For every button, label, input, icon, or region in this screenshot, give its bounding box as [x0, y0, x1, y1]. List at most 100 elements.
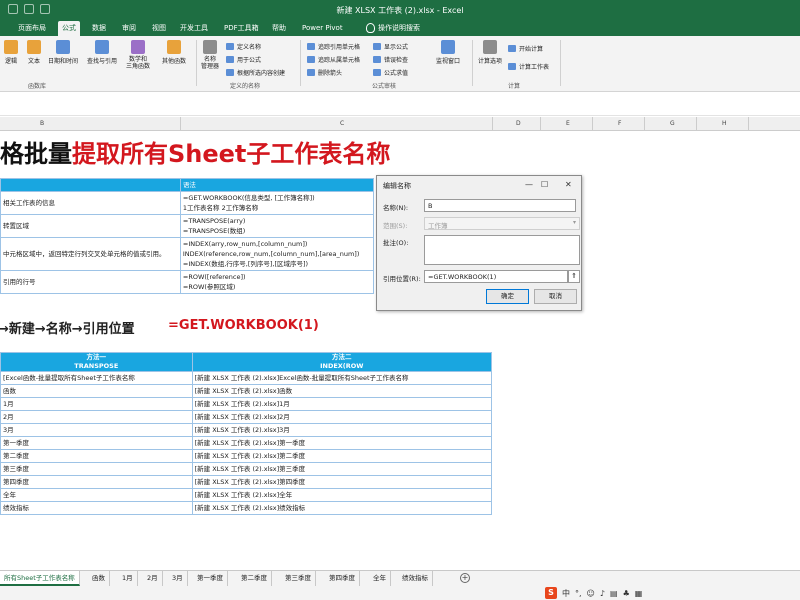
skin-icon[interactable]: ♣ [623, 589, 630, 598]
sheet-tab[interactable]: 3月 [168, 571, 188, 586]
maximize-icon[interactable]: ☐ [541, 180, 548, 189]
tab-power-pivot[interactable]: Power Pivot [298, 21, 347, 36]
create-from-selection-button[interactable]: 根据所选内容创建 [226, 68, 285, 77]
range-collapse-icon[interactable]: ⇑ [568, 270, 580, 283]
table-cell[interactable]: =GET.WORKBOOK(信息类型, [工作簿名称]) 1工作表名称 2工作簿名… [179, 191, 375, 215]
chinese-mode-icon[interactable]: 中 [562, 588, 570, 599]
table-cell[interactable]: =INDEX(arry,row_num,[column_num]) INDEX(r… [179, 237, 375, 271]
sheet-tab[interactable]: 1月 [118, 571, 138, 586]
close-icon[interactable]: ✕ [565, 180, 572, 189]
tab-formulas[interactable]: 公式 [58, 21, 80, 36]
sheet-tab[interactable]: 绩效指标 [398, 571, 433, 586]
sheet-tab[interactable]: 第一季度 [193, 571, 228, 586]
table-cell[interactable]: [新建 XLSX 工作表 (2).xlsx]绩效指标 [191, 501, 493, 515]
table-cell[interactable]: 绩效指标 [0, 501, 193, 515]
more-functions-button[interactable]: 其他函数 [162, 40, 186, 65]
logic-button[interactable]: 逻辑 [4, 40, 18, 65]
sheet-tab[interactable]: 全年 [369, 571, 391, 586]
math-trig-button[interactable]: 数学和 三角函数 [126, 40, 150, 70]
table-cell[interactable]: [新建 XLSX 工作表 (2).xlsx]函数 [191, 384, 493, 398]
cancel-button[interactable]: 取消 [534, 289, 577, 304]
column-header[interactable]: D [516, 120, 521, 127]
table-cell[interactable]: 2月 [0, 410, 193, 424]
table-cell[interactable]: [新建 XLSX 工作表 (2).xlsx]3月 [191, 423, 493, 437]
sheet-tab[interactable]: 第二季度 [237, 571, 272, 586]
table-cell[interactable]: [新建 XLSX 工作表 (2).xlsx]Excel函数-批量提取所有Shee… [191, 371, 493, 385]
trace-dependents-button[interactable]: 追踪从属单元格 [307, 55, 360, 64]
column-header[interactable]: H [722, 120, 727, 127]
toolbox-icon[interactable]: ▦ [635, 589, 643, 598]
trace-precedents-button[interactable]: 追踪引用单元格 [307, 42, 360, 51]
column-header[interactable]: G [670, 120, 675, 127]
microphone-icon[interactable]: ♪ [600, 589, 605, 598]
sheet-tab[interactable]: 2月 [143, 571, 163, 586]
table-cell[interactable]: 第四季度 [0, 475, 193, 489]
name-input[interactable]: B [424, 199, 576, 212]
tab-pdf-tools[interactable]: PDF工具箱 [220, 21, 263, 36]
tab-help[interactable]: 帮助 [268, 21, 290, 36]
table-cell[interactable]: 函数 [0, 384, 193, 398]
evaluate-formula-button[interactable]: 公式求值 [373, 68, 408, 77]
define-name-button[interactable]: 定义名称 [226, 42, 261, 51]
sheet-tab[interactable]: 第三季度 [281, 571, 316, 586]
table-cell[interactable]: 第三季度 [0, 462, 193, 476]
calc-now-button[interactable]: 开始计算 [508, 44, 543, 53]
column-header[interactable]: B [40, 120, 44, 127]
comment-textarea[interactable] [424, 235, 580, 265]
table-cell[interactable]: [新建 XLSX 工作表 (2).xlsx]第四季度 [191, 475, 493, 489]
table-cell[interactable]: [Excel函数-批量提取所有Sheet子工作表名称 [0, 371, 193, 385]
table-cell[interactable]: [新建 XLSX 工作表 (2).xlsx]第一季度 [191, 436, 493, 450]
tell-me-search[interactable]: 操作说明搜索 [374, 21, 424, 36]
tab-developer[interactable]: 开发工具 [176, 21, 212, 36]
text-button[interactable]: 文本 [27, 40, 41, 65]
table-cell[interactable]: [新建 XLSX 工作表 (2).xlsx]2月 [191, 410, 493, 424]
table-cell[interactable]: 相关工作表的信息 [0, 191, 181, 215]
name-manager-button[interactable]: 名称 管理器 [201, 40, 219, 70]
use-in-formula-button[interactable]: 用于公式 [226, 55, 261, 64]
table-cell[interactable]: [新建 XLSX 工作表 (2).xlsx]第三季度 [191, 462, 493, 476]
emoji-icon[interactable]: ☺ [587, 589, 595, 598]
table-cell[interactable]: [新建 XLSX 工作表 (2).xlsx]第二季度 [191, 449, 493, 463]
scope-select[interactable]: 工作簿 ▾ [424, 217, 580, 230]
lookup-button[interactable]: 查找与引用 [87, 40, 117, 65]
table-cell[interactable]: 引用的行号 [0, 270, 181, 294]
tab-data[interactable]: 数据 [88, 21, 110, 36]
tab-page-layout[interactable]: 页面布局 [14, 21, 50, 36]
sheet-tab[interactable]: 函数 [88, 571, 110, 586]
minimize-icon[interactable]: — [525, 180, 533, 189]
table-cell[interactable]: 第一季度 [0, 436, 193, 450]
table-header-cell[interactable]: 方法二 INDEX(ROW [191, 352, 493, 372]
table-cell[interactable]: [新建 XLSX 工作表 (2).xlsx]全年 [191, 488, 493, 502]
table-cell[interactable]: 中元格区域中，返回特定行列交叉处单元格的值或引用。 [0, 237, 181, 271]
keyboard-icon[interactable]: ▤ [610, 589, 618, 598]
refers-to-input[interactable]: =GET.WORKBOOK(1) [424, 270, 568, 283]
ok-button[interactable]: 确定 [486, 289, 529, 304]
calc-sheet-button[interactable]: 计算工作表 [508, 62, 549, 71]
column-header[interactable]: E [566, 120, 570, 127]
table-cell[interactable]: [新建 XLSX 工作表 (2).xlsx]1月 [191, 397, 493, 411]
table-cell[interactable]: 第二季度 [0, 449, 193, 463]
table-cell[interactable]: =ROW([reference]) =ROW(参照区域) [179, 270, 375, 294]
column-header[interactable]: F [618, 120, 621, 127]
error-check-button[interactable]: 错误检查 [373, 55, 408, 64]
datetime-button[interactable]: 日期和时间 [48, 40, 78, 65]
table-header-cell[interactable] [0, 178, 181, 192]
sheet-tab[interactable]: 第四季度 [325, 571, 360, 586]
remove-arrows-button[interactable]: 删除箭头 [307, 68, 342, 77]
show-formulas-button[interactable]: 显示公式 [373, 42, 408, 51]
sogou-ime-icon[interactable]: S [545, 587, 557, 599]
column-header[interactable]: C [340, 120, 344, 127]
table-header-cell[interactable]: 语法 [179, 178, 375, 192]
table-cell[interactable]: 3月 [0, 423, 193, 437]
table-header-cell[interactable]: 方法一 TRANSPOSE [0, 352, 193, 372]
watch-window-button[interactable]: 监视窗口 [436, 40, 460, 65]
tab-view[interactable]: 视图 [148, 21, 170, 36]
add-sheet-icon[interactable]: + [460, 573, 470, 583]
sheet-tab[interactable]: 所有Sheet子工作表名称 [0, 571, 80, 586]
table-cell[interactable]: 全年 [0, 488, 193, 502]
tab-review[interactable]: 审阅 [118, 21, 140, 36]
table-cell[interactable]: 转置区域 [0, 214, 181, 238]
table-cell[interactable]: 1月 [0, 397, 193, 411]
table-cell[interactable]: =TRANSPOSE(arry) =TRANSPOSE(数组) [179, 214, 375, 238]
calc-options-button[interactable]: 计算选项 [478, 40, 502, 65]
